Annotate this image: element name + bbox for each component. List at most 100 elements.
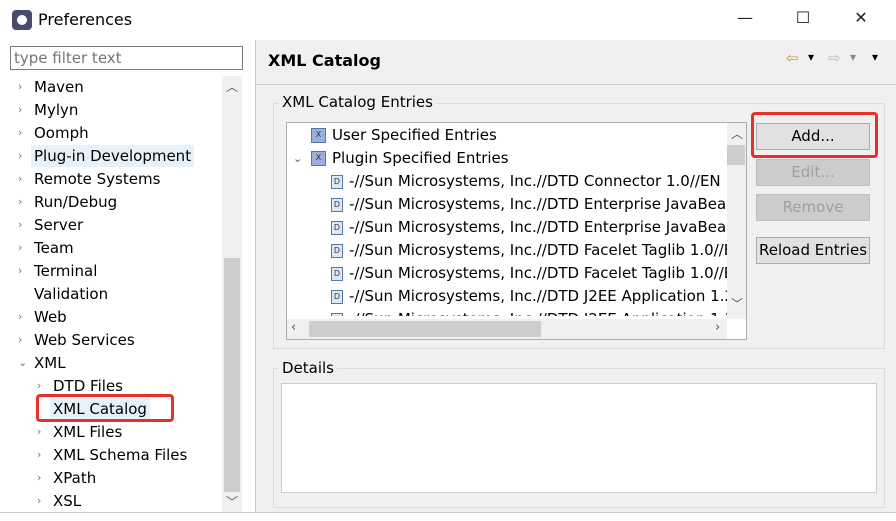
dtd-file-icon: D — [331, 289, 343, 304]
chevron-right-icon[interactable]: › — [37, 467, 41, 489]
tree-item-label: Maven — [34, 78, 84, 96]
minimize-button[interactable]: — — [730, 8, 760, 32]
tree-item-label: Server — [34, 216, 84, 234]
window-title: Preferences — [38, 10, 133, 29]
highlight-box-xml-catalog — [36, 394, 174, 422]
catalog-entry[interactable]: X User Specified Entries — [287, 124, 727, 147]
view-menu-icon[interactable]: ▾ — [872, 50, 878, 64]
tree-item-label: XML — [34, 354, 66, 372]
entries-vscrollbar[interactable]: ︿ ﹀ — [727, 123, 746, 319]
tree-item-web-services[interactable]: › Web Services — [0, 329, 222, 352]
chevron-right-icon[interactable]: › — [18, 99, 22, 121]
catalog-entry[interactable]: D -//Sun Microsystems, Inc.//DTD Enterpri… — [287, 216, 727, 239]
catalog-entry[interactable]: D -//Sun Microsystems, Inc.//DTD Enterpri… — [287, 193, 727, 216]
chevron-right-icon[interactable]: › — [37, 490, 41, 512]
edit-button[interactable]: Edit... — [756, 159, 870, 186]
chevron-right-icon[interactable]: › — [37, 444, 41, 466]
scroll-thumb[interactable] — [309, 321, 541, 337]
tree-item-label: Validation — [34, 285, 109, 303]
catalog-entry[interactable]: D -//Sun Microsystems, Inc.//DTD Facelet … — [287, 239, 727, 262]
entry-label: -//Sun Microsystems, Inc.//DTD Enterpris… — [349, 195, 727, 213]
chevron-right-icon[interactable]: › — [18, 168, 22, 190]
forward-menu-icon[interactable]: ▾ — [850, 50, 856, 64]
chevron-right-icon[interactable]: › — [18, 76, 22, 98]
maximize-button[interactable]: ☐ — [788, 8, 818, 32]
remove-button[interactable]: Remove — [756, 194, 870, 221]
chevron-right-icon[interactable]: › — [18, 329, 22, 351]
scroll-down-icon[interactable]: ﹀ — [727, 295, 746, 312]
tree-item-label: Terminal — [34, 262, 98, 280]
tree-item-remote-systems[interactable]: › Remote Systems — [0, 168, 222, 191]
scroll-thumb[interactable] — [727, 145, 745, 165]
catalog-entry[interactable]: D -//Sun Microsystems, Inc.//DTD Connecto… — [287, 170, 727, 193]
tree-item-run-debug[interactable]: › Run/Debug — [0, 191, 222, 214]
tree-item-maven[interactable]: › Maven — [0, 76, 222, 99]
chevron-right-icon[interactable]: › — [18, 306, 22, 328]
tree-item-label: Web — [34, 308, 67, 326]
dtd-file-icon: D — [331, 197, 343, 212]
tree-item-plug-in-development[interactable]: › Plug-in Development — [0, 145, 222, 168]
reload-entries-button[interactable]: Reload Entries — [756, 237, 870, 264]
tree-item-label: Web Services — [34, 331, 135, 349]
entry-label: -//Sun Microsystems, Inc.//DTD Facelet T… — [349, 241, 727, 259]
tree-item-label: XML Files — [53, 423, 123, 441]
catalog-entries-tree[interactable]: X User Specified Entries ⌄ X Plugin Specifie… — [286, 122, 747, 340]
entry-label: -//Sun Microsystems, Inc.//DTD Enterpris… — [349, 218, 727, 236]
tree-item-label: XPath — [53, 469, 97, 487]
chevron-right-icon[interactable]: › — [37, 421, 41, 443]
filter-input[interactable] — [10, 46, 243, 70]
chevron-right-icon[interactable]: › — [18, 145, 22, 167]
tree-item-xml-schema-files[interactable]: › XML Schema Files — [0, 444, 222, 467]
preference-tree: › Maven › Mylyn › Oomph › Plug-in Development › R… — [0, 76, 222, 513]
tree-scrollbar[interactable]: ︿ ﹀ — [222, 76, 242, 512]
tree-item-oomph[interactable]: › Oomph — [0, 122, 222, 145]
tree-item-xml[interactable]: ⌄ XML — [0, 352, 222, 375]
scroll-right-icon[interactable]: › — [715, 320, 720, 335]
tree-item-web[interactable]: › Web — [0, 306, 222, 329]
tree-item-label: Remote Systems — [34, 170, 161, 188]
chevron-down-icon[interactable]: ⌄ — [293, 147, 302, 170]
scroll-up-icon[interactable]: ︿ — [222, 78, 242, 95]
tree-item-validation[interactable]: Validation — [0, 283, 222, 306]
entry-label: -//Sun Microsystems, Inc.//DTD Connector… — [349, 172, 721, 190]
entries-hscrollbar[interactable]: ‹ › — [287, 319, 727, 339]
header-separator — [256, 84, 896, 85]
tree-item-xsl[interactable]: › XSL — [0, 490, 222, 513]
tree-item-label: Run/Debug — [34, 193, 118, 211]
tree-item-xpath[interactable]: › XPath — [0, 467, 222, 490]
eclipse-app-icon — [12, 10, 32, 30]
back-icon[interactable]: ⇦ — [786, 49, 799, 67]
tree-item-xml-files[interactable]: › XML Files — [0, 421, 222, 444]
entry-label: -//Sun Microsystems, Inc.//DTD J2EE Appl… — [349, 310, 727, 316]
tree-item-label: Oomph — [34, 124, 89, 142]
catalog-entry[interactable]: D -//Sun Microsystems, Inc.//DTD J2EE App… — [287, 308, 727, 316]
chevron-right-icon[interactable]: › — [18, 191, 22, 213]
catalog-entry[interactable]: ⌄ X Plugin Specified Entries — [287, 147, 727, 170]
tree-item-label: Mylyn — [34, 101, 79, 119]
details-group-label: Details — [279, 359, 338, 377]
tree-item-server[interactable]: › Server — [0, 214, 222, 237]
tree-item-mylyn[interactable]: › Mylyn — [0, 99, 222, 122]
catalog-entry[interactable]: D -//Sun Microsystems, Inc.//DTD Facelet … — [287, 262, 727, 285]
scroll-up-icon[interactable]: ︿ — [727, 125, 746, 142]
forward-icon[interactable]: ⇨ — [828, 49, 841, 67]
back-menu-icon[interactable]: ▾ — [808, 50, 814, 64]
tree-item-terminal[interactable]: › Terminal — [0, 260, 222, 283]
tree-item-label: XSL — [53, 492, 82, 510]
chevron-down-icon[interactable]: ⌄ — [18, 352, 27, 374]
chevron-right-icon[interactable]: › — [18, 260, 22, 282]
scroll-thumb[interactable] — [224, 258, 240, 492]
tree-item-team[interactable]: › Team — [0, 237, 222, 260]
scroll-down-icon[interactable]: ﹀ — [222, 493, 242, 510]
close-button[interactable]: ✕ — [846, 8, 876, 32]
chevron-right-icon[interactable]: › — [18, 214, 22, 236]
tree-item-label: Team — [34, 239, 74, 257]
chevron-right-icon[interactable]: › — [18, 237, 22, 259]
dtd-file-icon: D — [331, 174, 343, 189]
details-textarea[interactable] — [281, 383, 877, 493]
dtd-file-icon: D — [331, 220, 343, 235]
dtd-file-icon: D — [331, 266, 343, 281]
scroll-left-icon[interactable]: ‹ — [291, 320, 296, 335]
chevron-right-icon[interactable]: › — [18, 122, 22, 144]
catalog-entry[interactable]: D -//Sun Microsystems, Inc.//DTD J2EE App… — [287, 285, 727, 308]
